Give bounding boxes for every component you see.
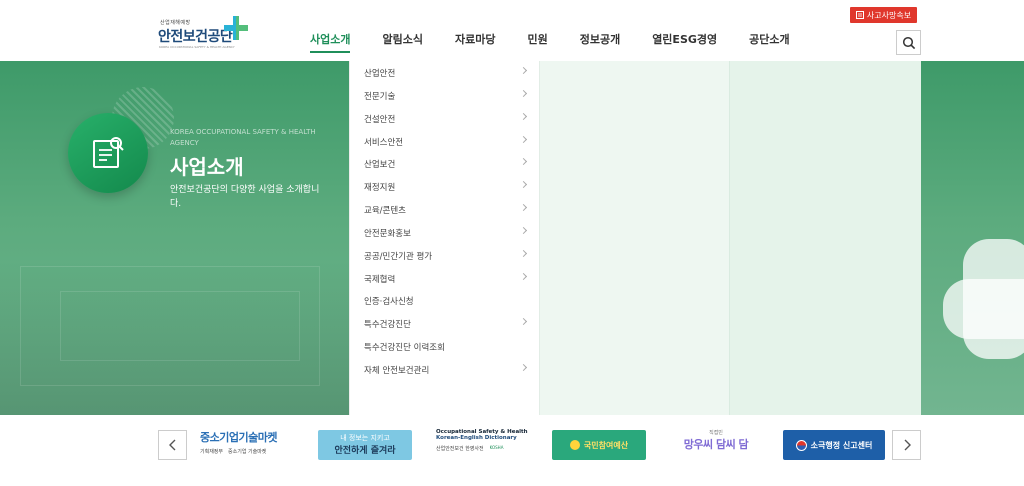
banner-passive-admin-text: 소극행정 신고센터 (810, 440, 873, 450)
nav-item-information[interactable]: 정보공개 (580, 31, 620, 47)
lightbulb-icon (569, 440, 580, 450)
taegeuk-icon (795, 439, 807, 451)
banner-dictionary-line4: KOSHA (489, 445, 504, 450)
submenu-item-safety-culture[interactable]: 안전문화홍보 (350, 222, 540, 244)
logo-english-name: KOREA OCCUPATIONAL SAFETY & HEALTH AGENC… (159, 45, 235, 49)
nav-item-news[interactable]: 알림소식 (382, 31, 422, 47)
submenu-item-label: 공공/민간기관 평가 (364, 252, 433, 262)
submenu-item-construction-safety[interactable]: 건설안전 (350, 108, 540, 130)
submenu-item-label: 특수건강진단 이력조회 (364, 343, 445, 353)
submenu-item-label: 건설안전 (364, 115, 396, 125)
document-search-icon (93, 137, 124, 168)
submenu-item-service-safety[interactable]: 서비스안전 (350, 131, 540, 153)
page: 산업재해예방 안전보건공단 KOREA OCCUPATIONAL SAFETY … (0, 0, 1024, 486)
chevron-right-icon (519, 66, 528, 75)
banner-dictionary-line3: 산업안전보건 한영사전 (436, 446, 484, 452)
banner-privacy-line1: 내 정보는 지키고 (340, 434, 390, 442)
chevron-right-icon (519, 157, 528, 166)
submenu-item-international[interactable]: 국제협력 (350, 268, 540, 290)
submenu-item-label: 인증·검사신청 (364, 297, 414, 307)
submenu-item-label: 안전문화홍보 (364, 229, 411, 239)
chevron-right-icon (519, 203, 528, 212)
banner-dictionary[interactable]: Occupational Safety & Health Korean-Engl… (436, 429, 532, 461)
submenu-item-self-management[interactable]: 자체 안전보건관리 (350, 359, 540, 381)
banner-privacy[interactable]: 내 정보는 지키고 안전하게 즐겨라 (318, 430, 412, 460)
submenu-column-2 (539, 61, 729, 415)
hero-description: 안전보건공단의 다양한 사업을 소개합니다. (170, 185, 320, 209)
accident-news-label: 사고사망속보 (866, 10, 912, 20)
chevron-right-icon (519, 363, 528, 372)
submenu-item-label: 산업안전 (364, 69, 396, 79)
site-logo[interactable]: 산업재해예방 안전보건공단 KOREA OCCUPATIONAL SAFETY … (158, 14, 253, 50)
nav-item-esg[interactable]: 열린ESG경영 (652, 31, 717, 47)
chevron-right-icon (519, 272, 528, 281)
hero-subtitle: KOREA OCCUPATIONAL SAFETY & HEALTH AGENC… (170, 128, 316, 147)
cross-decoration (943, 279, 1024, 339)
banner-budget-text: 국민참여예산 (583, 440, 629, 450)
hero-title: 사업소개 (170, 155, 244, 179)
nav-item-civil-petition[interactable]: 민원 (527, 31, 547, 47)
banner-communication-small: 직접민 (709, 430, 723, 436)
submenu-item-industrial-health[interactable]: 산업보건 (350, 153, 540, 175)
submenu-column-3 (729, 61, 921, 415)
banner-carousel: 중소기업기술마켓 기획재정부 중소기업 기술마켓 내 정보는 지키고 안전하게 … (0, 415, 1024, 486)
banner-privacy-line2: 안전하게 즐겨라 (334, 446, 396, 456)
main-navigation: 사업소개 알림소식 자료마당 민원 정보공개 열린ESG경영 공단소개 (295, 31, 790, 53)
site-header: 산업재해예방 안전보건공단 KOREA OCCUPATIONAL SAFETY … (0, 0, 1024, 61)
chevron-right-icon (904, 439, 911, 451)
banner-participatory-budget[interactable]: 국민참여예산 (552, 430, 646, 460)
submenu-item-certification[interactable]: 인증·검사신청 (350, 290, 540, 312)
hero-right-decoration (921, 61, 1024, 415)
submenu-item-label: 국제협력 (364, 275, 396, 285)
chevron-right-icon (519, 89, 528, 98)
banner-passive-admin[interactable]: 소극행정 신고센터 (783, 430, 885, 460)
submenu-item-industrial-safety[interactable]: 산업안전 (350, 62, 540, 84)
submenu-dropdown: 산업안전 전문기술 건설안전 서비스안전 산업보건 재정지원 교육/콘텐츠 안전… (349, 61, 921, 415)
banner-communication-text: 망우씨 담씨 담 (683, 438, 749, 451)
submenu-item-special-health-exam[interactable]: 특수건강진단 (350, 313, 540, 335)
accident-news-button[interactable]: 사고사망속보 (850, 7, 917, 23)
chevron-right-icon (519, 317, 528, 326)
nav-item-resources[interactable]: 자료마당 (455, 31, 495, 47)
submenu-item-financial-support[interactable]: 재정지원 (350, 176, 540, 198)
banner-tech-market-sub2: 중소기업 기술마켓 (228, 449, 267, 455)
chevron-right-icon (519, 112, 528, 121)
hero-background-building (60, 291, 300, 361)
banner-tech-market[interactable]: 중소기업기술마켓 기획재정부 중소기업 기술마켓 (200, 429, 297, 461)
submenu-item-education[interactable]: 교육/콘텐츠 (350, 199, 540, 221)
chevron-right-icon (519, 226, 528, 235)
submenu-item-label: 재정지원 (364, 183, 396, 193)
submenu-item-label: 전문기술 (364, 92, 396, 102)
nav-item-business[interactable]: 사업소개 (310, 31, 351, 53)
banner-next-button[interactable] (892, 430, 921, 460)
chevron-left-icon (168, 439, 175, 451)
banner-tech-market-title: 중소기업기술마켓 (200, 431, 277, 444)
logo-cross-icon (224, 16, 248, 40)
hero-badge (68, 113, 148, 193)
nav-item-about[interactable]: 공단소개 (749, 31, 789, 47)
banner-tech-market-sub1: 기획재정부 (200, 449, 224, 455)
banner-prev-button[interactable] (158, 430, 187, 460)
banner-communication[interactable]: 직접민 망우씨 담씨 담 (668, 429, 764, 461)
submenu-item-exam-history[interactable]: 특수건강진단 이력조회 (350, 336, 540, 358)
chevron-right-icon (519, 180, 528, 189)
logo-tagline: 산업재해예방 (160, 20, 191, 26)
search-icon (902, 36, 915, 49)
submenu-column-1: 산업안전 전문기술 건설안전 서비스안전 산업보건 재정지원 교육/콘텐츠 안전… (349, 61, 539, 415)
submenu-item-technical[interactable]: 전문기술 (350, 85, 540, 107)
submenu-item-label: 특수건강진단 (364, 320, 411, 330)
chevron-right-icon (519, 135, 528, 144)
report-icon (855, 11, 864, 19)
banner-dictionary-line2: Korean-English Dictionary (436, 435, 517, 441)
submenu-item-label: 교육/콘텐츠 (364, 206, 406, 216)
submenu-item-evaluation[interactable]: 공공/민간기관 평가 (350, 245, 540, 267)
search-button[interactable] (896, 30, 921, 55)
chevron-right-icon (519, 249, 528, 258)
submenu-item-label: 서비스안전 (364, 138, 404, 148)
submenu-item-label: 산업보건 (364, 160, 396, 170)
submenu-item-label: 자체 안전보건관리 (364, 366, 430, 376)
